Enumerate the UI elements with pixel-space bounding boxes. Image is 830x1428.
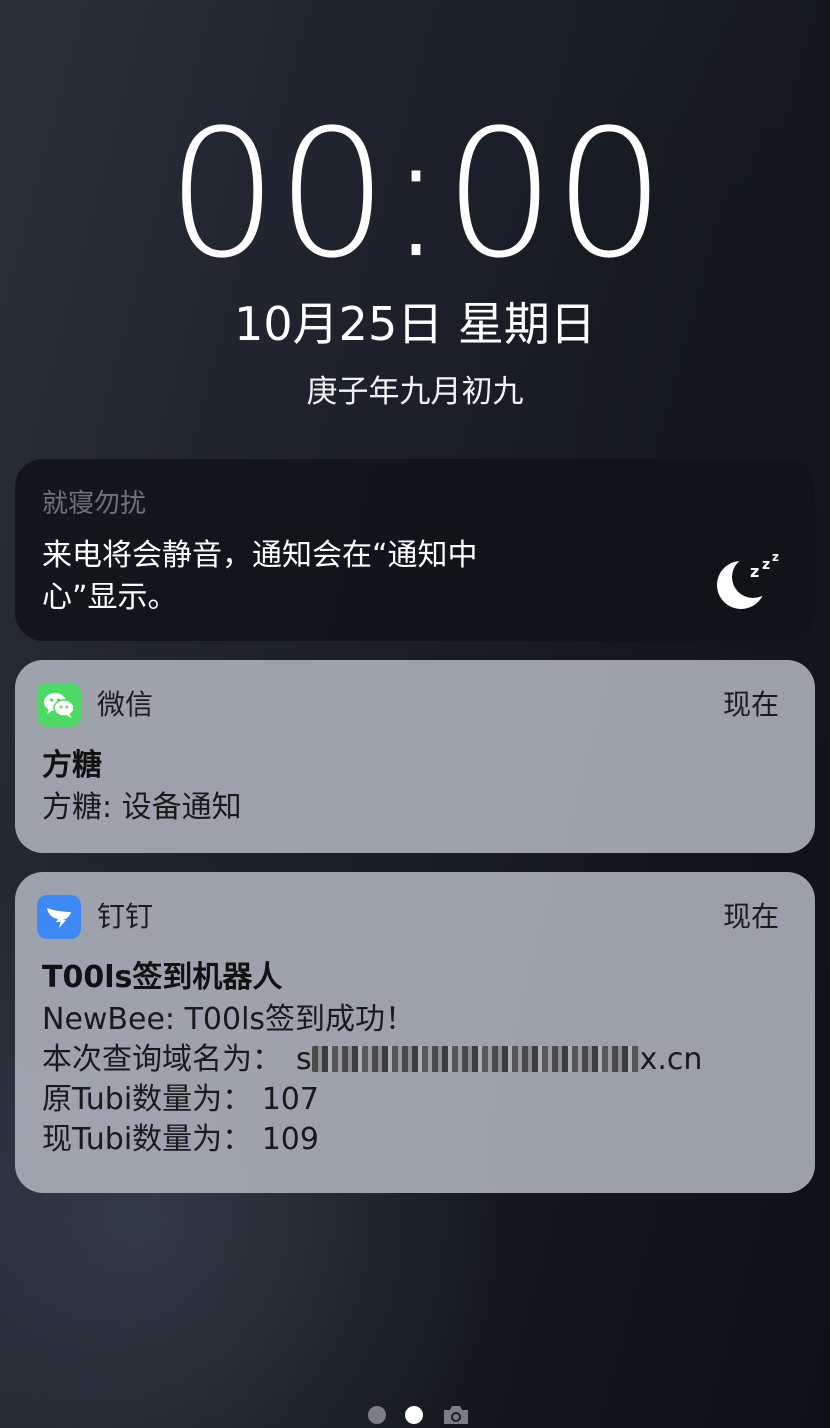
redacted-domain — [311, 1046, 640, 1072]
dingtalk-notification[interactable]: 钉钉 现在 T00ls签到机器人 NewBee: T00ls签到成功！ 本次查询… — [15, 872, 815, 1193]
dnd-body: 来电将会静音，通知会在“通知中 心”显示。 — [42, 535, 562, 619]
svg-text:z: z — [762, 557, 770, 573]
dingtalk-notification-time: 现在 — [722, 900, 779, 933]
wechat-app-name: 微信 — [97, 688, 154, 721]
original-tubi-line: 原Tubi数量为： 107 — [42, 1082, 319, 1117]
dnd-body-line-2: 心”显示。 — [42, 580, 178, 615]
lock-time: 00:00 — [166, 92, 665, 297]
do-not-disturb-card[interactable]: 就寝勿扰 来电将会静音，通知会在“通知中 心”显示。 z z z — [15, 459, 815, 641]
page-dot-1[interactable] — [368, 1406, 386, 1424]
checkin-result-line: NewBee: T00ls签到成功！ — [42, 1002, 416, 1037]
dnd-body-line-1: 来电将会静音，通知会在“通知中 — [42, 538, 478, 573]
dnd-title: 就寝勿扰 — [42, 489, 147, 519]
domain-prefix: s — [296, 1042, 312, 1077]
wechat-notification-body: 方糖: 设备通知 — [42, 790, 242, 825]
current-tubi-line: 现Tubi数量为： 109 — [42, 1122, 319, 1157]
dingtalk-notification-body: NewBee: T00ls签到成功！ 本次查询域名为： s x.cn 原Tubi数量… — [42, 1000, 702, 1160]
svg-text:z: z — [750, 562, 759, 581]
lock-date: 10月25日 星期日 — [234, 297, 596, 351]
page-indicators[interactable] — [0, 1404, 830, 1426]
camera-icon[interactable] — [442, 1404, 470, 1426]
domain-value: s x.cn — [296, 1040, 702, 1080]
lunar-date: 庚子年九月初九 — [306, 374, 524, 410]
wechat-notification-time: 现在 — [722, 688, 779, 721]
page-dot-2-active[interactable] — [405, 1406, 423, 1424]
domain-line: 本次查询域名为： s x.cn — [42, 1040, 702, 1080]
svg-text:z: z — [772, 550, 779, 564]
domain-label: 本次查询域名为： — [42, 1042, 282, 1077]
moon-zzz-icon: z z z — [717, 550, 779, 609]
wechat-notification-title: 方糖 — [42, 748, 102, 783]
dingtalk-icon — [37, 895, 81, 939]
dingtalk-notification-title: T00ls签到机器人 — [42, 960, 283, 995]
wechat-icon — [37, 683, 81, 727]
dingtalk-app-name: 钉钉 — [97, 900, 154, 933]
domain-suffix: x.cn — [639, 1042, 703, 1077]
wechat-notification[interactable]: 微信 现在 方糖 方糖: 设备通知 — [15, 660, 815, 853]
